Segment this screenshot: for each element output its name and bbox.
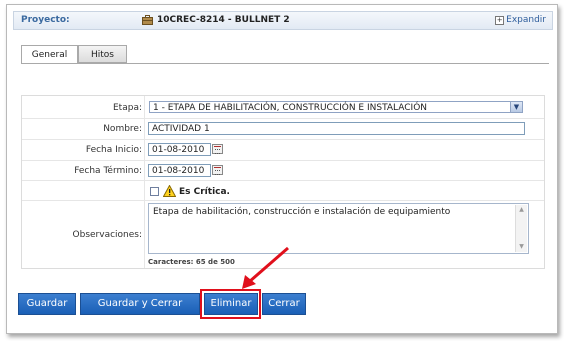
project-label: Proyecto: — [21, 15, 70, 25]
etapa-select[interactable]: 1 - ETAPA DE HABILITACIÓN, CONSTRUCCIÓN … — [149, 101, 523, 113]
expand-label: Expandir — [506, 15, 546, 25]
expand-link[interactable]: + Expandir — [495, 15, 546, 25]
es-critica-label: Es Crítica. — [179, 187, 230, 197]
row-divider — [22, 160, 544, 161]
character-count: Caracteres: 65 de 500 — [148, 258, 235, 266]
scroll-down-icon[interactable]: ▼ — [516, 242, 527, 252]
warning-icon — [163, 185, 176, 197]
highlight-box — [200, 289, 261, 319]
calendar-icon[interactable] — [212, 165, 223, 175]
window-frame: Proyecto: 10CREC-8214 - BULLNET 2 + Expan… — [6, 4, 558, 334]
tab-hitos[interactable]: Hitos — [78, 45, 127, 63]
row-divider — [22, 139, 544, 140]
scroll-up-icon[interactable]: ▲ — [516, 205, 527, 215]
es-critica-checkbox[interactable] — [150, 187, 159, 196]
etapa-value: 1 - ETAPA DE HABILITACIÓN, CONSTRUCCIÓN … — [153, 103, 428, 113]
fecha-inicio-label: Fecha Inicio: — [85, 145, 142, 155]
cerrar-button[interactable]: Cerrar — [262, 293, 306, 315]
chevron-down-icon[interactable]: ▼ — [510, 102, 522, 112]
nombre-input[interactable]: ACTIVIDAD 1 — [148, 122, 525, 135]
observaciones-label: Observaciones: — [72, 230, 142, 240]
calendar-icon[interactable] — [212, 144, 223, 154]
etapa-label: Etapa: — [113, 103, 142, 113]
fecha-inicio-input[interactable]: 01-08-2010 — [148, 143, 211, 156]
guardar-cerrar-button[interactable]: Guardar y Cerrar — [80, 293, 200, 315]
column-divider — [144, 96, 145, 268]
fecha-termino-input[interactable]: 01-08-2010 — [148, 164, 211, 177]
briefcase-icon — [142, 15, 153, 25]
observaciones-textarea[interactable]: Etapa de habilitación, construcción e in… — [148, 203, 529, 254]
row-divider — [22, 200, 544, 201]
observaciones-text: Etapa de habilitación, construcción e in… — [153, 207, 451, 217]
guardar-button[interactable]: Guardar — [18, 293, 76, 315]
tab-general[interactable]: General — [21, 45, 78, 64]
row-divider — [22, 118, 544, 119]
activity-form: Etapa: 1 - ETAPA DE HABILITACIÓN, CONSTR… — [21, 95, 545, 269]
fecha-termino-label: Fecha Término: — [74, 166, 142, 176]
row-divider — [22, 180, 544, 181]
tab-divider — [21, 63, 549, 64]
textarea-scrollbar[interactable]: ▲ ▼ — [515, 205, 527, 252]
project-header: Proyecto: 10CREC-8214 - BULLNET 2 + Expan… — [13, 11, 553, 30]
project-name: 10CREC-8214 - BULLNET 2 — [157, 15, 290, 25]
plus-icon: + — [495, 16, 505, 25]
nombre-label: Nombre: — [103, 124, 142, 134]
